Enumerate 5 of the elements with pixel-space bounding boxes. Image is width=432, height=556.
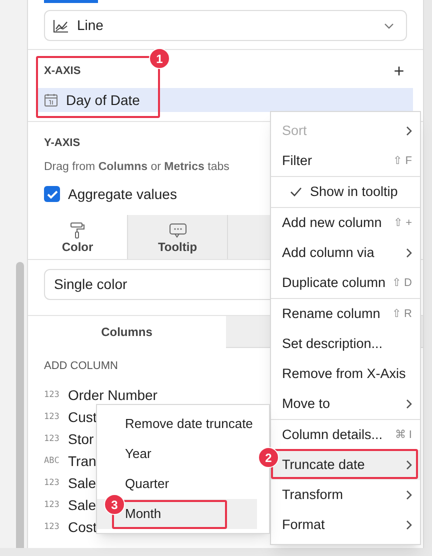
- section-title: Y-AXIS: [44, 136, 82, 151]
- section-title: X-AXIS: [44, 64, 81, 79]
- checkbox-label: Aggregate values: [68, 184, 177, 204]
- section-title: ADD COLUMN: [44, 358, 118, 374]
- hint-text: Drag from Columns or Metrics tabs: [44, 160, 230, 176]
